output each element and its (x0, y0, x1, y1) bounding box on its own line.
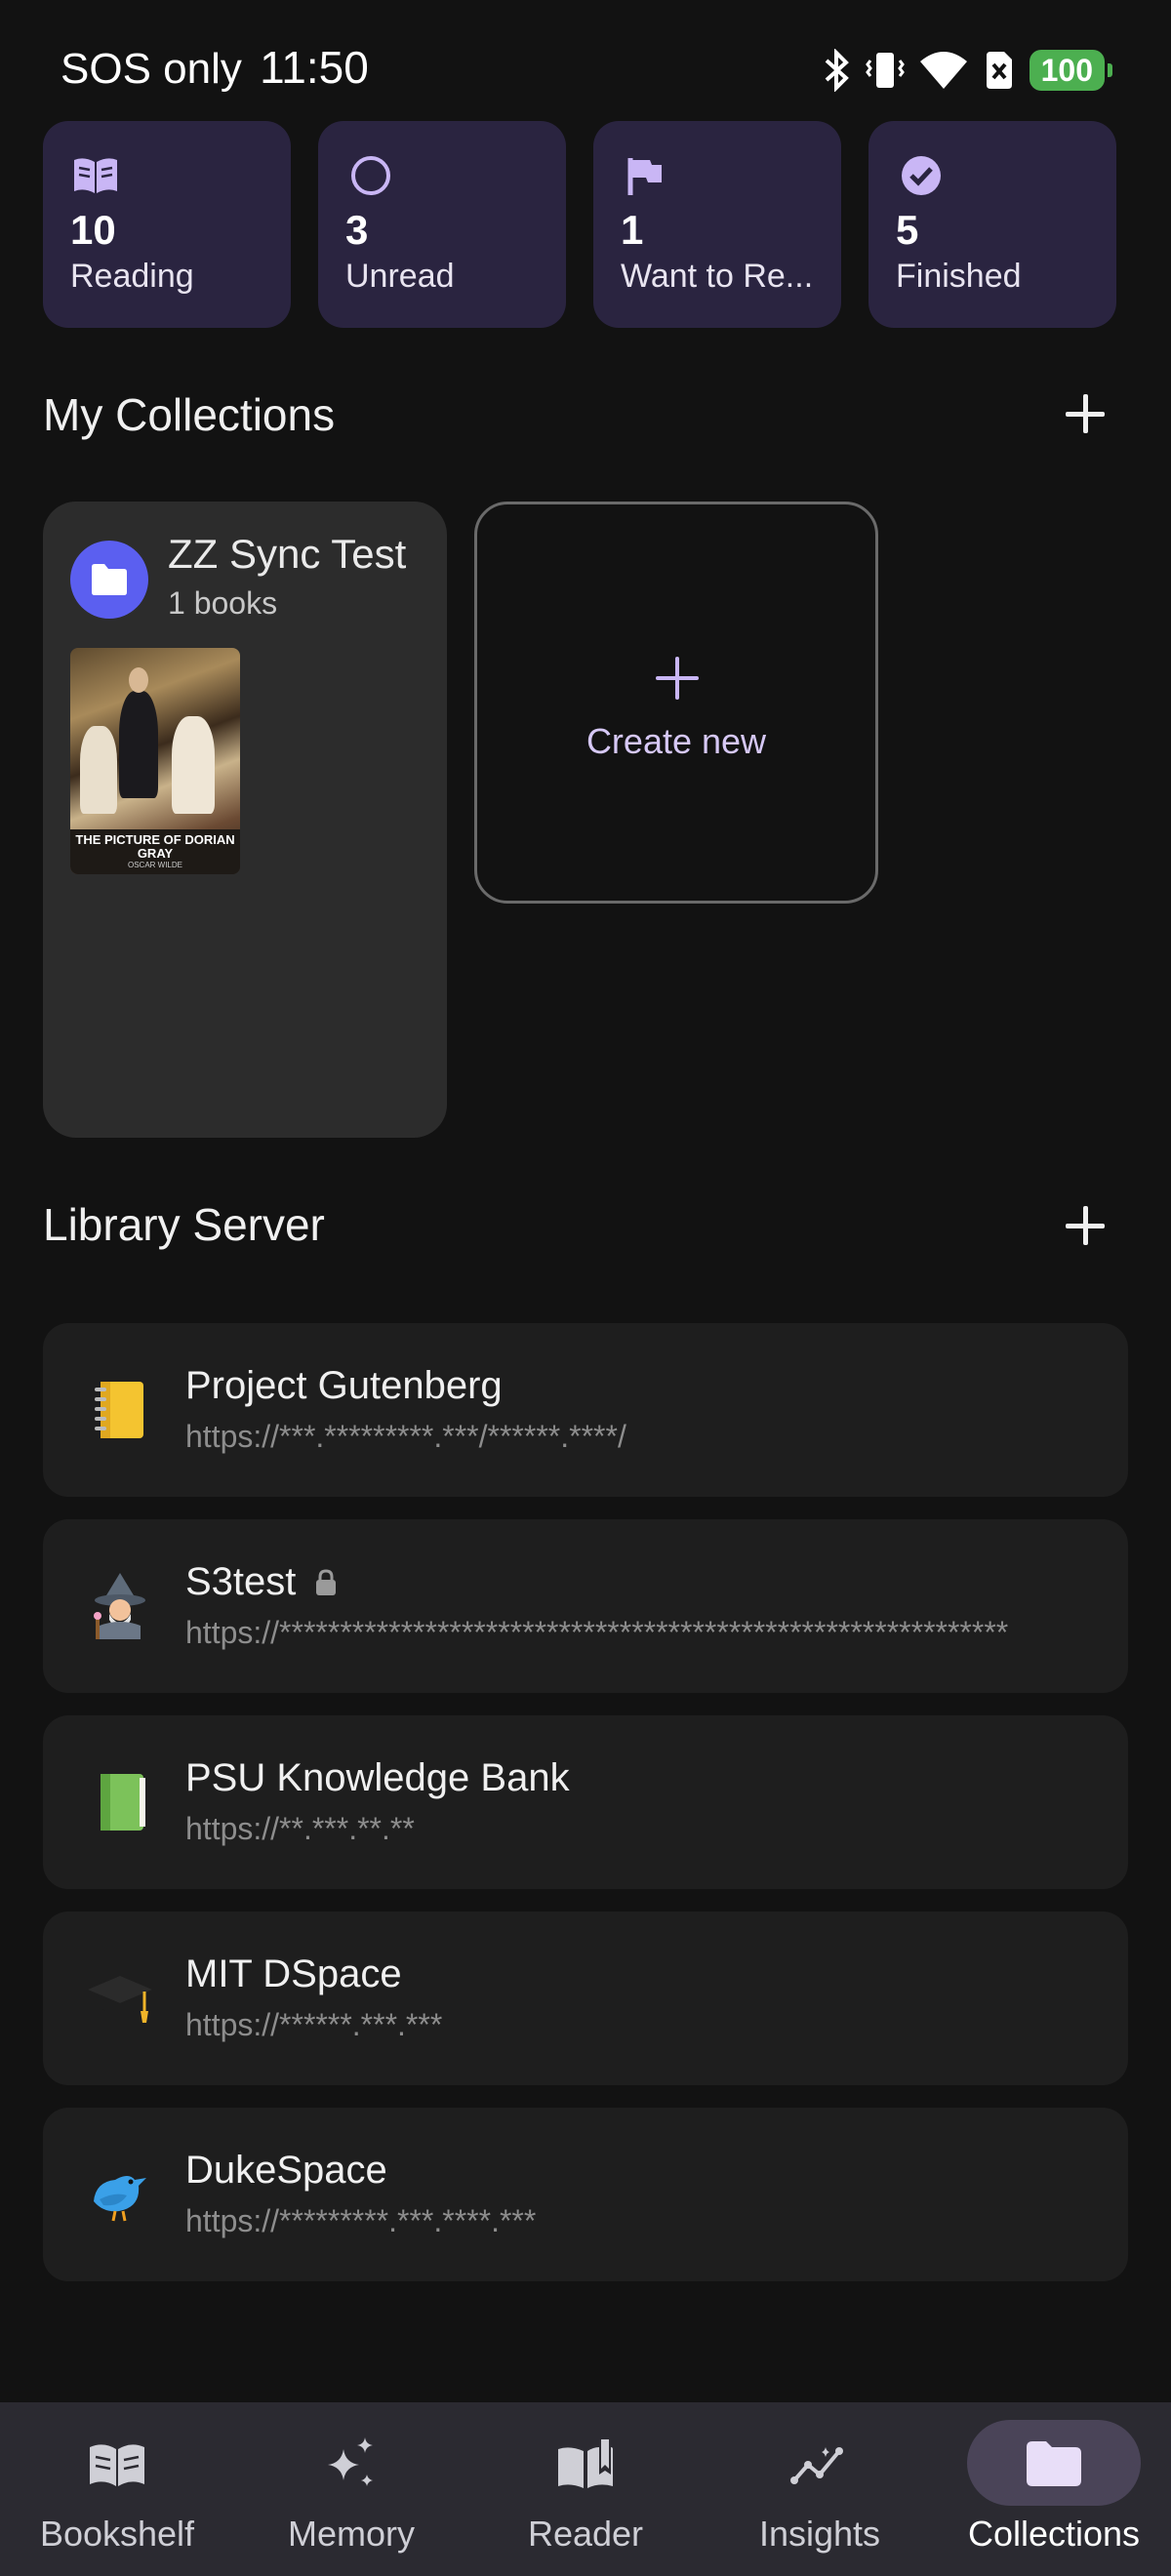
status-icons: 100 (823, 49, 1113, 92)
reading-stats: 10 Reading 3 Unread 1 Want to Re... 5 Fi… (43, 121, 1116, 328)
server-name-text: Project Gutenberg (185, 1364, 503, 1407)
server-name: PSU Knowledge Bank (185, 1756, 570, 1800)
plus-icon (656, 657, 699, 700)
add-collection-button[interactable] (1058, 386, 1112, 441)
bird-icon (82, 2156, 158, 2233)
bluetooth-icon (825, 49, 849, 92)
wizard-icon (82, 1568, 158, 1644)
flag-icon (627, 158, 662, 195)
add-server-button[interactable] (1058, 1198, 1112, 1253)
nav-collections[interactable]: Collections (937, 2402, 1171, 2576)
cover-figure (129, 667, 148, 693)
stat-card-finished[interactable]: 5 Finished (868, 121, 1116, 328)
nav-label: Insights (758, 2514, 881, 2554)
server-item[interactable]: Project Gutenberg https://***.*********.… (43, 1323, 1128, 1497)
stat-label: Want to Re... (621, 258, 814, 295)
nav-label: Bookshelf (39, 2514, 195, 2554)
folder-icon (1027, 2441, 1081, 2486)
server-url: https://***.*********.***/******.****/ (185, 1419, 626, 1454)
stat-card-want-to-read[interactable]: 1 Want to Re... (593, 121, 841, 328)
stat-count: 3 (345, 207, 369, 253)
sparkles-icon (328, 2437, 373, 2486)
create-label: Create new (586, 721, 767, 761)
stat-label: Reading (70, 258, 194, 295)
collections-title: My Collections (43, 389, 336, 440)
library-server-title: Library Server (43, 1199, 325, 1250)
server-name: S3test (185, 1560, 339, 1604)
server-name-text: MIT DSpace (185, 1952, 402, 1995)
no-sim-icon (986, 52, 1012, 89)
nav-insights[interactable]: Insights (703, 2402, 937, 2576)
status-bar: SOS only 11:50 100 (0, 0, 1171, 117)
server-item[interactable]: PSU Knowledge Bank https://**.***.**.** (43, 1715, 1128, 1889)
check-circle-icon (902, 156, 941, 195)
battery-indicator: 100 (1029, 50, 1113, 91)
cover-author: OSCAR WILDE (127, 861, 182, 869)
vibrate-icon (865, 53, 905, 88)
graduation-cap-icon (82, 1960, 158, 2036)
stat-label: Unread (345, 258, 455, 295)
nav-bookshelf[interactable]: Bookshelf (0, 2402, 234, 2576)
circle-icon (351, 156, 390, 195)
cover-figure (172, 716, 215, 814)
collection-card[interactable]: ZZ Sync Test 1 books THE PICTURE OF DORI… (43, 502, 447, 1138)
collection-avatar (70, 541, 148, 619)
book-open-icon (90, 2444, 144, 2486)
server-url: https://********************************… (185, 1615, 1009, 1650)
wifi-icon (919, 52, 967, 89)
server-name-text: S3test (185, 1560, 297, 1603)
server-url: https://**.***.**.** (185, 1811, 415, 1846)
book-icon (74, 158, 117, 193)
carrier-text: SOS only (61, 45, 242, 93)
server-url: https://******.***.*** (185, 2007, 443, 2042)
stat-card-unread[interactable]: 3 Unread (318, 121, 566, 328)
reader-icon (558, 2439, 613, 2488)
nav-label: Reader (527, 2514, 644, 2554)
stat-label: Finished (896, 258, 1022, 295)
server-name-text: DukeSpace (185, 2149, 387, 2192)
server-item[interactable]: MIT DSpace https://******.***.*** (43, 1912, 1128, 2085)
nav-label: Memory (287, 2514, 415, 2554)
notebook-icon (82, 1372, 158, 1448)
collection-name: ZZ Sync Test (168, 531, 407, 577)
book-cover[interactable]: THE PICTURE OF DORIAN GRAY OSCAR WILDE (70, 648, 240, 874)
nav-label: Collections (967, 2514, 1141, 2554)
create-collection-button[interactable]: Create new (474, 502, 878, 904)
stat-count: 10 (70, 207, 116, 253)
folder-icon (92, 564, 127, 595)
nav-reader[interactable]: Reader (468, 2402, 703, 2576)
stat-count: 1 (621, 207, 644, 253)
server-item[interactable]: S3test https://*************************… (43, 1519, 1128, 1693)
cover-figure (119, 691, 158, 798)
cover-title: THE PICTURE OF DORIAN GRAY (75, 832, 235, 861)
server-name-text: PSU Knowledge Bank (185, 1756, 570, 1799)
collection-count: 1 books (168, 585, 278, 621)
stat-card-reading[interactable]: 10 Reading (43, 121, 291, 328)
green-book-icon (82, 1764, 158, 1840)
server-name: DukeSpace (185, 2149, 387, 2193)
nav-memory[interactable]: Memory (234, 2402, 468, 2576)
lock-icon (316, 1568, 337, 1595)
insights-icon (790, 2447, 843, 2484)
clock: 11:50 (260, 42, 369, 93)
status-left: SOS only 11:50 (61, 41, 369, 94)
cover-figure (80, 726, 117, 814)
stat-count: 5 (896, 207, 919, 253)
cover-title-band: THE PICTURE OF DORIAN GRAY OSCAR WILDE (70, 829, 240, 874)
bottom-navigation: Bookshelf Memory Reader Insights Collect… (0, 2402, 1171, 2576)
server-item[interactable]: DukeSpace https://*********.***.****.*** (43, 2108, 1128, 2281)
server-name: MIT DSpace (185, 1952, 402, 1996)
server-url: https://*********.***.****.*** (185, 2203, 537, 2238)
server-name: Project Gutenberg (185, 1364, 503, 1408)
